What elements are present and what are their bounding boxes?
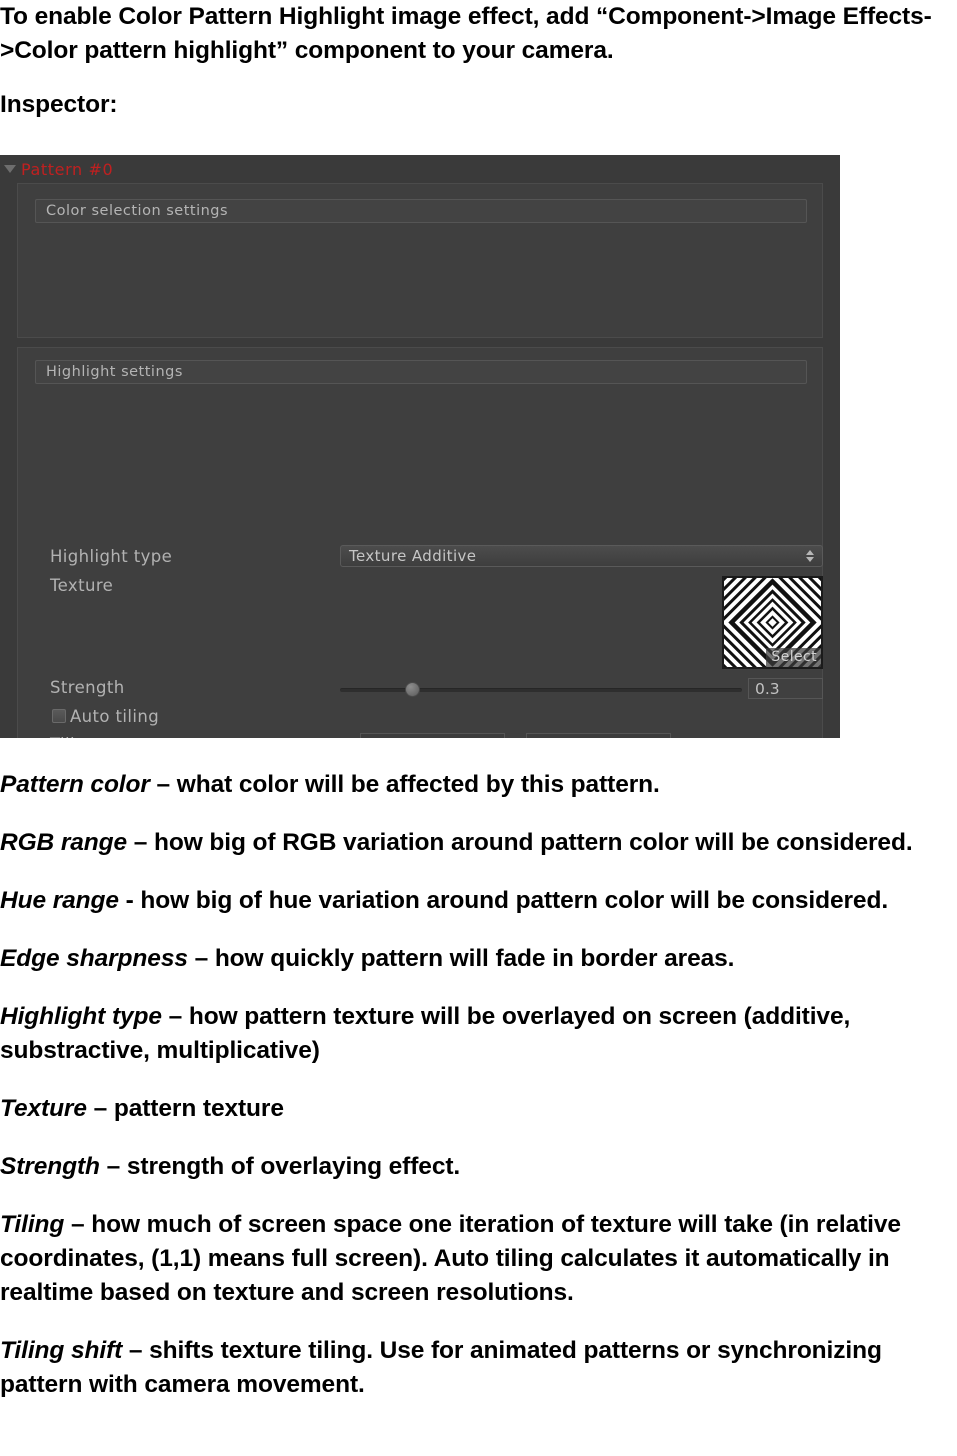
inspector-section-label: Inspector:: [0, 91, 118, 118]
updown-arrows-icon: [806, 550, 814, 562]
glossary-description: – shifts texture tiling. Use for animate…: [0, 1337, 882, 1398]
glossary-list: Pattern color – what color will be affec…: [0, 768, 957, 1402]
document-page: To enable Color Pattern Highlight image …: [0, 0, 957, 1456]
glossary-term: Texture: [0, 1095, 87, 1122]
auto-tiling-label: Auto tiling: [70, 707, 160, 726]
tiling-x-field[interactable]: 0: [360, 733, 505, 738]
glossary-description: - how big of hue variation around patter…: [118, 887, 889, 914]
highlight-type-label: Highlight type: [50, 547, 173, 566]
strength-track: [340, 688, 742, 692]
tiling-label: Tiling: [50, 735, 97, 738]
strength-value[interactable]: 0.3: [748, 678, 823, 699]
intro-paragraph: To enable Color Pattern Highlight image …: [0, 3, 932, 64]
texture-preview[interactable]: Select: [722, 576, 823, 669]
texture-select-button[interactable]: Select: [766, 648, 821, 667]
triangle-down-icon[interactable]: [4, 165, 16, 173]
glossary-description: – how much of screen space one iteration…: [0, 1211, 901, 1306]
glossary-term: RGB range: [0, 829, 128, 856]
texture-label: Texture: [50, 576, 114, 595]
glossary-term: Edge sharpness: [0, 945, 188, 972]
highlight-settings-label: Highlight settings: [46, 364, 183, 380]
glossary-term: Strength: [0, 1153, 100, 1180]
glossary-entry: Strength – strength of overlaying effect…: [0, 1150, 957, 1184]
glossary-term: Highlight type: [0, 1003, 162, 1030]
strength-slider[interactable]: [340, 680, 742, 698]
highlight-type-dropdown[interactable]: Texture Additive: [340, 545, 823, 567]
pattern-0-header[interactable]: Pattern #0: [0, 158, 113, 180]
tiling-y-field[interactable]: 0: [526, 733, 671, 738]
glossary-entry: Tiling shift – shifts texture tiling. Us…: [0, 1334, 957, 1402]
pattern-0-title: Pattern #0: [21, 159, 114, 179]
glossary-entry: Tiling – how much of screen space one it…: [0, 1208, 957, 1310]
highlight-settings-tab[interactable]: Highlight settings: [35, 360, 807, 384]
color-selection-settings-label: Color selection settings: [46, 203, 229, 219]
glossary-term: Tiling: [0, 1211, 65, 1238]
glossary-term: Pattern color: [0, 771, 150, 798]
glossary-description: – how big of RGB variation around patter…: [127, 829, 913, 856]
color-selection-settings-tab[interactable]: Color selection settings: [35, 199, 807, 223]
highlight-type-value: Texture Additive: [349, 547, 477, 565]
tiling-x-letter: X: [342, 735, 353, 738]
tiling-y-letter: Y: [508, 735, 518, 738]
glossary-entry: RGB range – how big of RGB variation aro…: [0, 826, 957, 860]
glossary-entry: Texture – pattern texture: [0, 1092, 957, 1126]
glossary-entry: Pattern color – what color will be affec…: [0, 768, 957, 802]
unity-inspector-panel: Pattern #0 Color selection settings Patt…: [0, 155, 840, 738]
glossary-description: – how quickly pattern will fade in borde…: [187, 945, 735, 972]
glossary-term: Hue range: [0, 887, 119, 914]
glossary-description: – what color will be affected by this pa…: [149, 771, 660, 798]
glossary-term: Tiling shift: [0, 1337, 123, 1364]
glossary-description: – strength of overlaying effect.: [99, 1153, 461, 1180]
strength-label: Strength: [50, 678, 125, 697]
glossary-entry: Highlight type – how pattern texture wil…: [0, 1000, 957, 1068]
glossary-entry: Edge sharpness – how quickly pattern wil…: [0, 942, 957, 976]
strength-knob[interactable]: [405, 682, 421, 697]
glossary-description: – pattern texture: [86, 1095, 284, 1122]
auto-tiling-checkbox[interactable]: [52, 709, 66, 723]
glossary-entry: Hue range - how big of hue variation aro…: [0, 884, 957, 918]
